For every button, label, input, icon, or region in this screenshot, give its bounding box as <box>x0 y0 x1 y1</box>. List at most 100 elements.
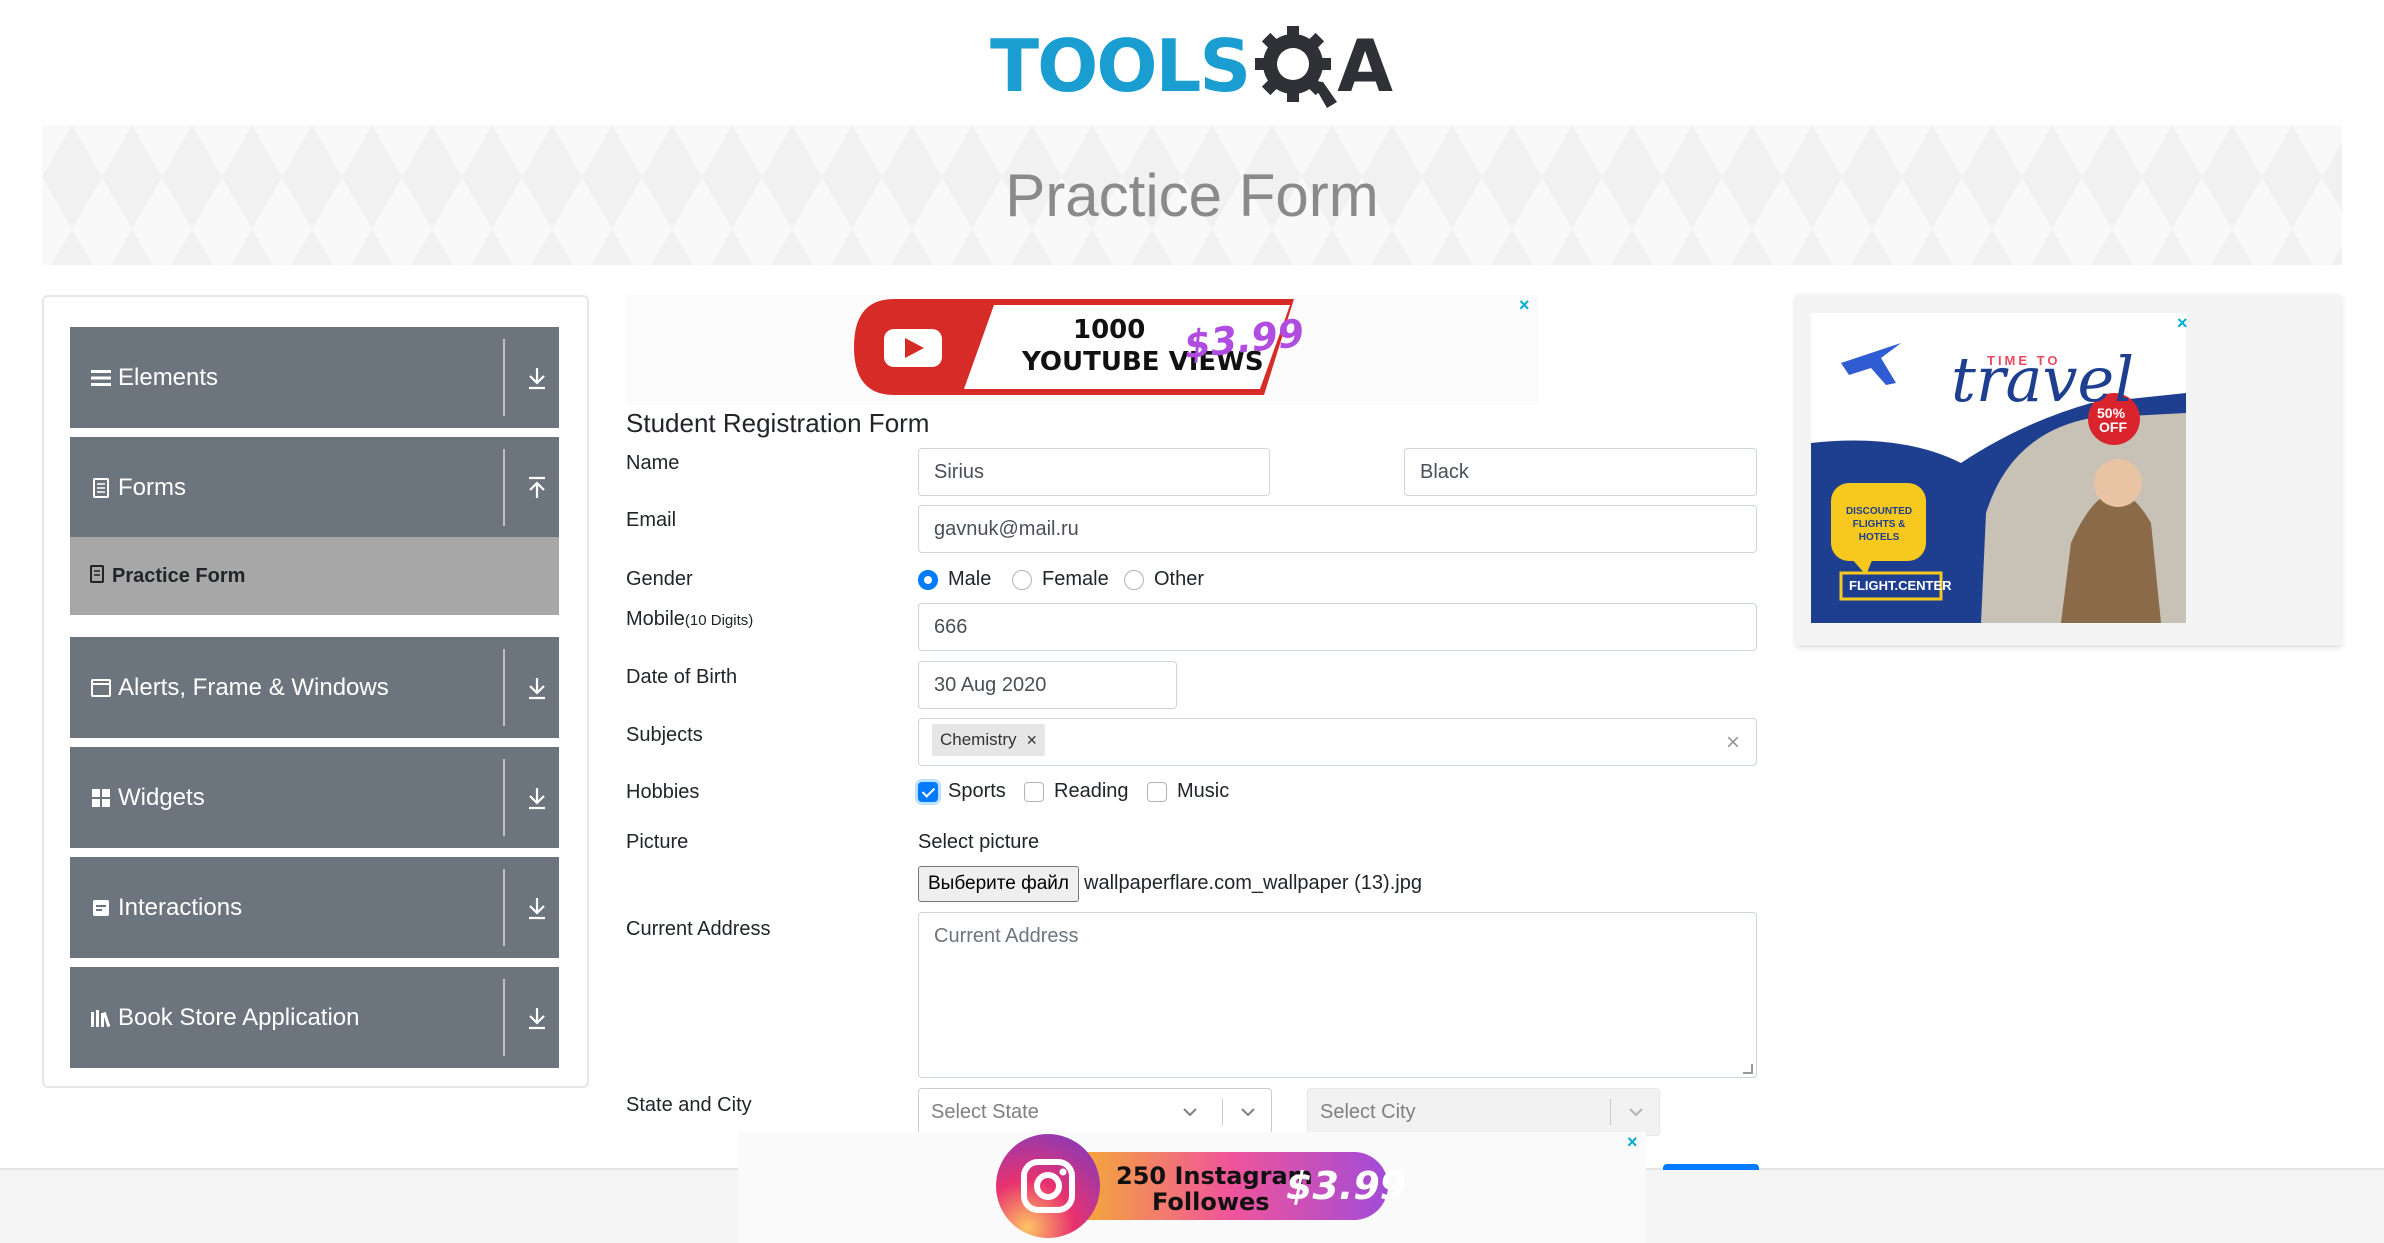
chevron-down-icon <box>1183 1108 1197 1117</box>
window-icon <box>90 677 112 699</box>
divider <box>1222 1099 1223 1125</box>
city-placeholder: Select City <box>1320 1100 1416 1123</box>
choose-file-button[interactable]: Выберите файл <box>918 866 1079 902</box>
ad-right-brand: FLIGHT.CENTER <box>1849 578 1952 593</box>
radio-selected <box>918 569 938 590</box>
hobby-checkbox-sports[interactable]: Sports <box>918 780 1006 803</box>
sidebar-group-forms[interactable]: Forms <box>70 437 559 538</box>
divider <box>503 759 505 836</box>
page-title: Practice Form <box>1005 161 1379 229</box>
travel-ad: TIME TO travel 50% OFF DISCOUNTED FLIGHT… <box>1811 313 2186 623</box>
label-mobile: Mobile(10 Digits) <box>626 608 753 631</box>
submit-button-partial[interactable] <box>1663 1164 1759 1170</box>
picture-prompt: Select picture <box>918 831 1040 853</box>
state-placeholder: Select State <box>931 1100 1039 1123</box>
mobile-input[interactable]: 666 <box>918 603 1757 651</box>
sidebar-item-label: Practice Form <box>112 564 246 587</box>
label-dob: Date of Birth <box>626 666 738 688</box>
hamburger-icon <box>90 367 112 389</box>
label-mobile-hint: (10 Digits) <box>684 612 754 629</box>
checkbox-unchecked <box>1024 781 1044 802</box>
hobby-label: Reading <box>1054 780 1129 802</box>
sidebar-group-widgets[interactable]: Widgets <box>70 747 559 848</box>
hobby-label: Music <box>1177 780 1230 802</box>
state-select[interactable]: Select State <box>918 1088 1272 1136</box>
ad-bottom-line2: Followes <box>1152 1188 1270 1216</box>
gender-radio-other[interactable]: Other <box>1124 568 1204 591</box>
sidebar-group-elements[interactable]: Elements <box>70 327 559 428</box>
last-name-input[interactable]: Black <box>1404 448 1757 496</box>
logo-text-a: A <box>1337 24 1393 108</box>
sidebar-group-label: Widgets <box>118 783 205 811</box>
date-of-birth-input[interactable]: 30 Aug 2020 <box>918 661 1177 709</box>
sidebar-group-label: Book Store Application <box>118 1003 360 1031</box>
hobby-checkbox-reading[interactable]: Reading <box>1024 780 1129 803</box>
chevron-down-icon <box>1629 1108 1643 1117</box>
chevron-down-icon <box>1241 1108 1255 1117</box>
arrow-down-icon <box>529 368 545 390</box>
interactions-icon <box>90 897 112 919</box>
ad-text-line1: 1000 <box>1073 315 1146 345</box>
label-email: Email <box>626 509 677 531</box>
form-icon <box>90 564 104 588</box>
label-address: Current Address <box>626 918 771 940</box>
sidebar-item-practice-form[interactable]: Practice Form <box>70 537 559 615</box>
ad-right-bubble: DISCOUNTED FLIGHTS & HOTELS <box>1845 506 1913 543</box>
gender-label: Male <box>948 568 992 590</box>
ad-close-icon[interactable]: × <box>2177 313 2188 334</box>
sidebar-group-book-store[interactable]: Book Store Application <box>70 967 559 1068</box>
form-icon <box>90 477 112 499</box>
label-hobbies: Hobbies <box>626 781 700 803</box>
address-placeholder: Current Address <box>934 925 1079 947</box>
subjects-clear-icon[interactable]: × <box>1726 729 1740 757</box>
subject-chip-label: Chemistry <box>940 730 1017 749</box>
grid-icon <box>90 787 112 809</box>
label-mobile-text: Mobile <box>626 608 685 630</box>
radio-unselected <box>1124 569 1144 590</box>
sidebar-group-interactions[interactable]: Interactions <box>70 857 559 958</box>
gear-icon <box>1255 26 1338 108</box>
sidebar-group-label: Forms <box>118 473 186 501</box>
resize-handle-icon[interactable] <box>1743 1064 1753 1074</box>
current-address-textarea[interactable]: Current Address <box>918 912 1757 1078</box>
subject-chip: Chemistry × <box>932 724 1046 756</box>
label-subjects: Subjects <box>626 724 703 746</box>
divider <box>503 339 505 416</box>
sidebar: Elements Forms Practice Form Alerts, Fra… <box>42 295 589 1088</box>
ad-bottom-price: $3.99 <box>1286 1164 1407 1208</box>
ad-banner-top[interactable]: 1000 YOUTUBE VIEWS $3.99 × <box>626 295 1538 405</box>
divider <box>503 649 505 726</box>
ad-right-badge2: OFF <box>2099 419 2127 435</box>
hobby-checkbox-music[interactable]: Music <box>1147 780 1229 803</box>
hobby-label: Sports <box>948 780 1006 802</box>
first-name-input[interactable]: Sirius <box>918 448 1270 496</box>
divider <box>503 449 505 526</box>
label-gender: Gender <box>626 568 693 590</box>
page-banner: Practice Form <box>42 125 2342 265</box>
arrow-down-icon <box>529 1008 545 1030</box>
sidebar-group-label: Interactions <box>118 893 243 921</box>
label-picture: Picture <box>626 831 689 853</box>
ad-banner-right[interactable]: TIME TO travel 50% OFF DISCOUNTED FLIGHT… <box>1796 295 2341 645</box>
logo-qa: A <box>1253 24 1393 108</box>
divider <box>503 979 505 1056</box>
radio-unselected <box>1012 569 1032 590</box>
chip-remove-icon[interactable]: × <box>1027 730 1038 751</box>
ad-banner-bottom[interactable]: 250 Instagram Followes $3.99 × <box>738 1132 1646 1243</box>
email-input[interactable]: gavnuk@mail.ru <box>918 505 1757 553</box>
ad-close-icon[interactable]: × <box>1519 295 1530 316</box>
sidebar-group-label: Alerts, Frame & Windows <box>118 673 389 701</box>
label-name: Name <box>626 452 680 474</box>
arrow-down-icon <box>529 898 545 920</box>
logo-text-tools: TOOLS <box>990 24 1251 108</box>
gender-radio-female[interactable]: Female <box>1012 568 1109 591</box>
toolsqa-logo[interactable]: TOOLS A <box>990 18 1400 114</box>
checkbox-checked <box>918 781 938 802</box>
ad-close-icon[interactable]: × <box>1627 1132 1638 1153</box>
gender-radio-male[interactable]: Male <box>918 568 991 591</box>
sidebar-group-alerts[interactable]: Alerts, Frame & Windows <box>70 637 559 738</box>
city-select[interactable]: Select City <box>1307 1088 1660 1136</box>
sidebar-group-label: Elements <box>118 363 219 391</box>
arrow-down-icon <box>529 788 545 810</box>
arrow-down-icon <box>529 678 545 700</box>
